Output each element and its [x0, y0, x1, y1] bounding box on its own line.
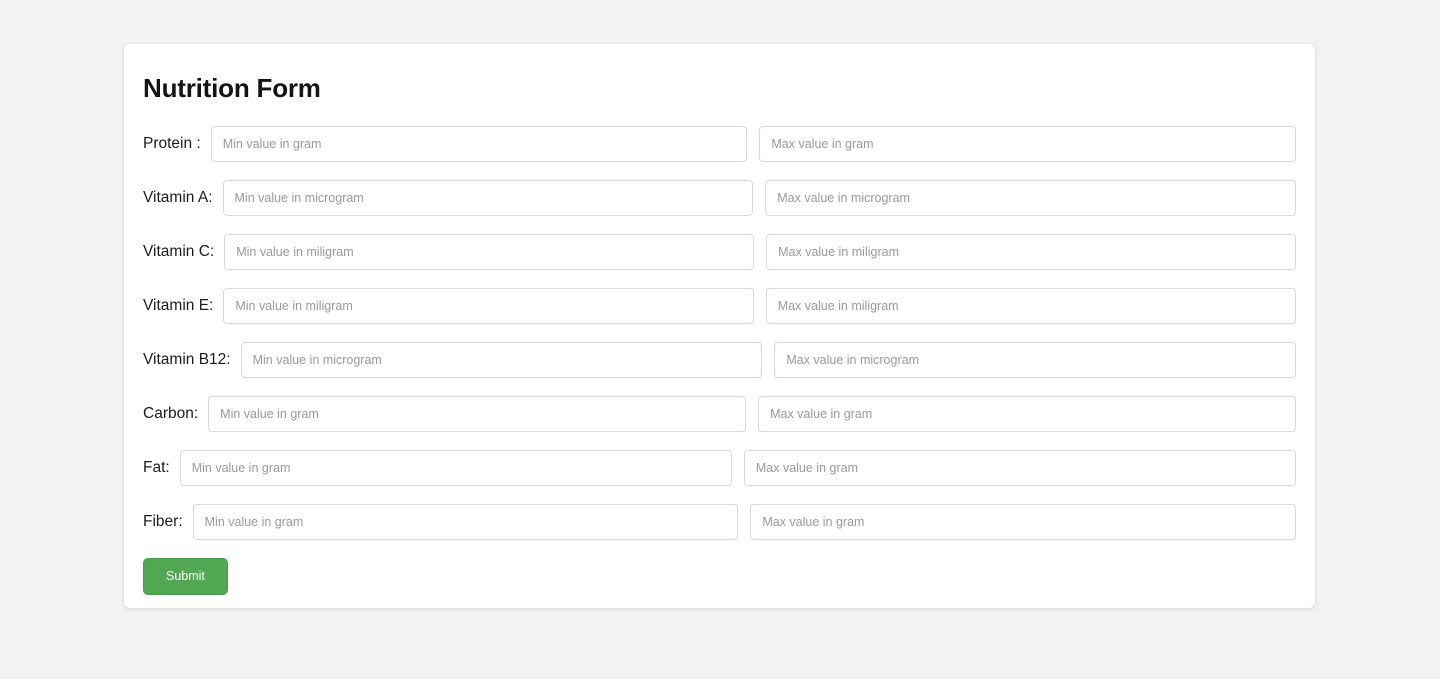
label-vitaminb12: Vitamin B12: [143, 350, 231, 368]
page-root: Nutrition Form Protein : Vitamin A: Vitami… [0, 0, 1440, 679]
max-input-carbon[interactable] [758, 395, 1296, 432]
nutrition-form-card: Nutrition Form Protein : Vitamin A: Vitami… [124, 44, 1315, 608]
form-row-carbon: Carbon: [143, 395, 1296, 432]
min-input-fiber[interactable] [192, 503, 739, 540]
label-vitamina: Vitamin A: [143, 188, 213, 206]
max-input-vitaminc[interactable] [766, 233, 1296, 270]
min-input-vitaminc[interactable] [224, 233, 755, 270]
form-row-vitaminb12: Vitamin B12: [143, 341, 1297, 378]
form-row-protein: Protein : [143, 125, 1297, 162]
form-row-fiber: Fiber: [143, 503, 1296, 540]
max-input-fiber[interactable] [750, 503, 1296, 540]
max-input-vitamine[interactable] [765, 287, 1297, 324]
max-input-vitamina[interactable] [765, 179, 1297, 216]
max-input-fat[interactable] [743, 449, 1297, 486]
submit-row: Submit [143, 557, 1296, 596]
label-vitaminc: Vitamin C: [143, 242, 215, 260]
min-input-vitaminb12[interactable] [240, 341, 763, 378]
label-vitamine: Vitamin E: [143, 296, 214, 314]
nutrition-form: Protein : Vitamin A: Vitamin C: Vitamin E: V… [143, 125, 1297, 540]
form-row-fat: Fat: [143, 449, 1297, 486]
form-row-vitamina: Vitamin A: [143, 179, 1297, 216]
label-fat: Fat: [143, 458, 170, 476]
min-input-carbon[interactable] [208, 395, 747, 432]
max-input-protein[interactable] [759, 125, 1297, 162]
min-input-vitamina[interactable] [222, 179, 754, 216]
label-carbon: Carbon: [143, 404, 199, 422]
min-input-fat[interactable] [179, 449, 732, 486]
label-protein: Protein : [143, 134, 201, 152]
submit-button[interactable]: Submit [143, 557, 228, 596]
min-input-protein[interactable] [210, 125, 748, 162]
max-input-vitaminb12[interactable] [774, 341, 1297, 378]
page-title: Nutrition Form [143, 73, 321, 103]
form-row-vitaminc: Vitamin C: [143, 233, 1296, 270]
form-row-vitamine: Vitamin E: [143, 287, 1297, 324]
label-fiber: Fiber: [143, 512, 183, 530]
min-input-vitamine[interactable] [223, 287, 754, 324]
